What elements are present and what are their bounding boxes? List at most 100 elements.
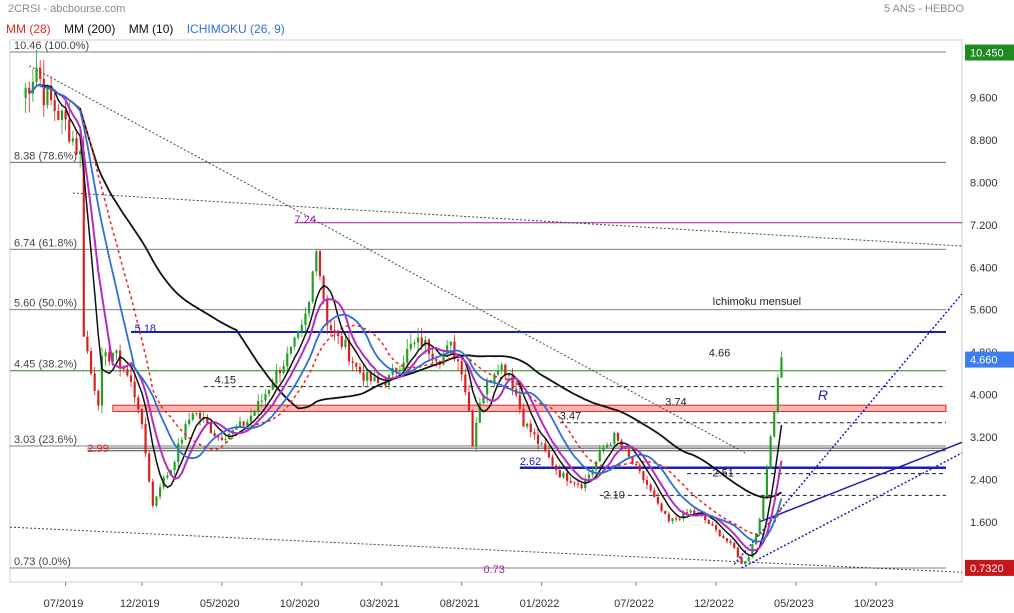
- candle-body: [573, 482, 576, 484]
- candle-body: [471, 410, 474, 447]
- candle-body: [580, 484, 583, 489]
- candle-body: [609, 444, 612, 446]
- candle-body: [177, 443, 180, 462]
- candle-body: [358, 366, 362, 373]
- legend-mm200[interactable]: MM (200): [64, 22, 115, 36]
- candle-body: [671, 518, 674, 522]
- candle-body: [678, 518, 681, 520]
- candle-body: [526, 423, 529, 427]
- candle-body: [275, 369, 278, 384]
- y-tick-3: 8.000: [970, 177, 998, 189]
- x-tick-9: 05/2023: [774, 598, 814, 610]
- candle-body: [151, 481, 154, 506]
- candle-body: [148, 453, 151, 482]
- candle-body: [64, 110, 67, 120]
- candle-body: [297, 331, 300, 338]
- candle-body: [307, 301, 311, 314]
- candle-body: [562, 472, 565, 478]
- last-price-badge: 4.660: [970, 355, 998, 367]
- candle-body: [355, 363, 358, 367]
- candle-body: [460, 361, 463, 375]
- candle-body: [707, 520, 710, 524]
- candle-body: [598, 450, 601, 462]
- fib-label-4: 4.45 (38.2%): [14, 359, 77, 371]
- candle-body: [340, 335, 343, 348]
- candle-body: [362, 372, 365, 381]
- fib-label-2: 6.74 (61.8%): [14, 237, 77, 249]
- candle-body: [660, 503, 663, 511]
- annotation-8: 2.51: [712, 468, 733, 480]
- candle-body: [725, 538, 729, 542]
- annotation-1: 5.18: [135, 323, 156, 335]
- y-tick-4: 7.200: [970, 220, 998, 232]
- candle-body: [315, 251, 318, 272]
- y-tick-2: 8.800: [970, 135, 998, 147]
- candle-body: [714, 525, 718, 530]
- candle-body: [144, 423, 147, 454]
- candle-body: [773, 411, 776, 437]
- candle-body: [762, 497, 765, 520]
- candle-body: [536, 434, 540, 444]
- y-tick-11: 1.600: [970, 517, 998, 529]
- fib-label-3: 5.60 (50.0%): [14, 298, 77, 310]
- candle-body: [417, 337, 420, 343]
- candle-body: [605, 444, 609, 448]
- candle-body: [68, 119, 71, 142]
- annotation-2: 4.66: [709, 348, 730, 360]
- candle-body: [253, 411, 256, 416]
- source-label: 2CRSI - abcbourse.com: [8, 3, 126, 15]
- candle-body: [60, 110, 64, 120]
- x-tick-0: 07/2019: [44, 598, 84, 610]
- candle-body: [39, 67, 42, 79]
- candle-body: [224, 439, 227, 441]
- candle-body: [475, 422, 478, 447]
- candle-body: [24, 87, 27, 98]
- candle-body: [304, 313, 307, 325]
- candle-body: [486, 380, 489, 395]
- candle-body: [184, 424, 187, 440]
- x-tick-5: 08/2021: [440, 598, 480, 610]
- candle-body: [758, 519, 761, 534]
- candle-body: [420, 337, 423, 346]
- candle-body: [740, 557, 743, 564]
- candle-body: [653, 490, 656, 498]
- candle-body: [544, 443, 547, 451]
- candle-body: [576, 483, 580, 485]
- candle-body: [286, 353, 289, 367]
- candle-body: [733, 543, 736, 548]
- legend-mm28[interactable]: MM (28): [6, 22, 51, 36]
- x-tick-1: 12/2019: [120, 598, 160, 610]
- candle-body: [565, 472, 569, 481]
- annotation-0: 7.24: [295, 214, 316, 226]
- indicator-legend: MM (28) MM (200) MM (10) ICHIMOKU (26, 9…: [6, 22, 295, 36]
- candle-body: [667, 513, 670, 522]
- candle-body: [689, 510, 692, 513]
- y-tick-8: 4.000: [970, 390, 998, 402]
- candle-body: [115, 350, 118, 354]
- candle-body: [413, 342, 416, 344]
- candle-body: [645, 480, 649, 485]
- candle-body: [406, 348, 409, 363]
- candle-body: [337, 333, 340, 336]
- candle-body: [449, 341, 452, 346]
- fib-label-6: 0.73 (0.0%): [14, 556, 71, 568]
- candle-body: [213, 432, 216, 436]
- candle-body: [776, 377, 779, 412]
- candle-body: [642, 471, 645, 481]
- candle-body: [89, 351, 93, 374]
- y-tick-5: 6.400: [970, 262, 998, 274]
- candle-body: [558, 469, 561, 478]
- legend-ichimoku[interactable]: ICHIMOKU (26, 9): [187, 22, 285, 36]
- candle-body: [333, 330, 336, 334]
- legend-mm10[interactable]: MM (10): [129, 22, 174, 36]
- candle-body: [409, 343, 412, 349]
- candle-body: [351, 361, 354, 364]
- annotation-11: Ichimoku mensuel: [712, 296, 801, 308]
- candle-body: [268, 389, 271, 395]
- x-tick-4: 03/2021: [360, 598, 400, 610]
- candle-body: [311, 271, 314, 302]
- candle-body: [180, 439, 183, 444]
- annotation-6: 2.99: [87, 443, 108, 455]
- candle-body: [551, 456, 554, 466]
- candle-body: [249, 415, 253, 422]
